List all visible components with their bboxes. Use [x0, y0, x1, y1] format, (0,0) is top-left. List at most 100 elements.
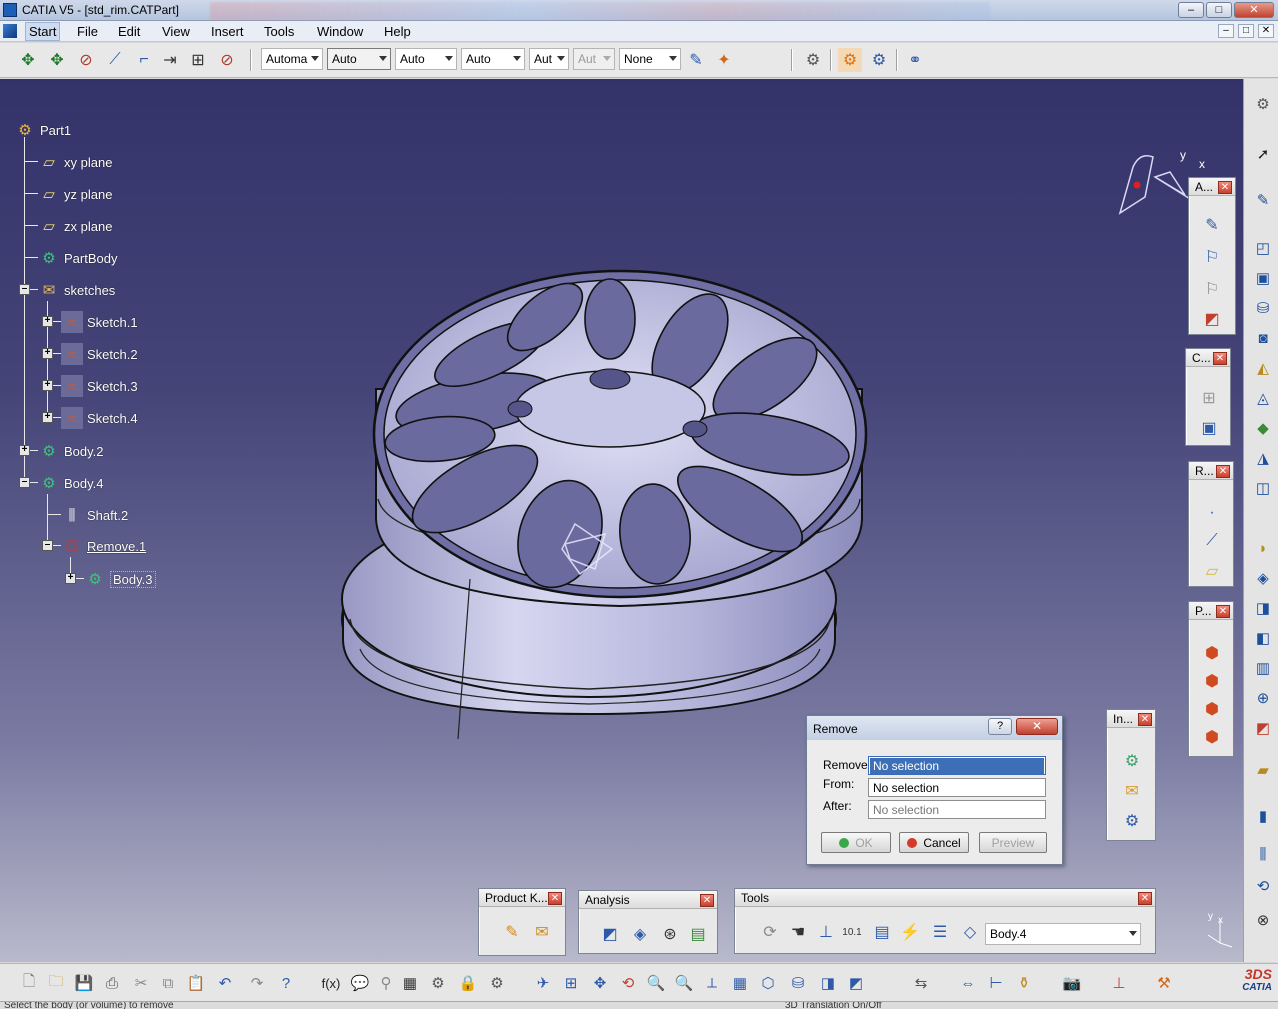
knowledge-rule-icon[interactable]: ✉: [529, 919, 555, 945]
flag-note-icon[interactable]: ⚐: [1199, 244, 1225, 270]
maximize-button[interactable]: □: [1206, 2, 1232, 18]
multi-view-icon[interactable]: ▦: [729, 972, 751, 994]
dimension-tool-icon[interactable]: ⊥: [1108, 972, 1130, 994]
menu-help[interactable]: Help: [384, 24, 411, 39]
measure-precision-icon[interactable]: 10.1: [839, 919, 865, 945]
shaft-feature-icon[interactable]: ⬢: [1199, 696, 1225, 722]
collapse-sketches[interactable]: –: [19, 284, 30, 295]
copy-icon[interactable]: ⧉: [157, 972, 179, 994]
shaft-tool-icon[interactable]: ⛁: [1252, 297, 1274, 319]
compass-tool-icon[interactable]: ⇆: [910, 972, 932, 994]
align-icon[interactable]: ⊞: [186, 48, 210, 72]
loft-tool-icon[interactable]: ◮: [1252, 447, 1274, 469]
swap-space-icon[interactable]: ◩: [845, 972, 867, 994]
geometrical-set-insert-icon[interactable]: ✉: [1119, 778, 1145, 804]
multi-instantiation-icon[interactable]: ⚙: [867, 48, 891, 72]
body-selector-combo[interactable]: Body.4: [985, 923, 1141, 945]
draft-icon[interactable]: ◨: [1252, 597, 1274, 619]
part-features-palette-close[interactable]: ✕: [1216, 605, 1230, 618]
linetype-combo[interactable]: Aut: [529, 48, 569, 70]
pick-line-icon[interactable]: ⟋: [103, 48, 127, 72]
tree-node-yz-plane[interactable]: ▱ yz plane: [38, 183, 112, 205]
annotations-palette-close[interactable]: ✕: [1218, 181, 1232, 194]
tree-node-partbody[interactable]: ⚙ PartBody: [38, 247, 117, 269]
link-icon[interactable]: ⚭: [903, 48, 927, 72]
expand-body-2[interactable]: +: [19, 445, 30, 456]
edge-fillet-icon[interactable]: ◗: [1252, 537, 1274, 559]
measure-between-icon[interactable]: ⇔: [957, 972, 979, 994]
whats-this-icon[interactable]: ?: [275, 972, 297, 994]
dimension-icon[interactable]: ⇥: [158, 48, 182, 72]
expand-sketch-4[interactable]: +: [42, 412, 53, 423]
remove-lofted-icon[interactable]: ◫: [1252, 477, 1274, 499]
document-icon[interactable]: [3, 24, 17, 38]
tree-node-sketch-1[interactable]: ⌗ Sketch.1: [61, 311, 138, 333]
pocket-icon[interactable]: ⬢: [1199, 668, 1225, 694]
pocket-tool-icon[interactable]: ▣: [1252, 267, 1274, 289]
stiffener-tool-icon[interactable]: ◆: [1252, 417, 1274, 439]
layer-combo[interactable]: None: [619, 48, 681, 70]
fit-all-icon[interactable]: ⊞: [560, 972, 582, 994]
shell-icon[interactable]: ◧: [1252, 627, 1274, 649]
update-icon[interactable]: ⟳: [757, 919, 783, 945]
menu-window[interactable]: Window: [317, 24, 363, 39]
close-window-button[interactable]: ✕: [1234, 2, 1274, 18]
contact-constraint-icon[interactable]: ▣: [1196, 415, 1222, 441]
zoom-in-icon[interactable]: 🔍: [645, 972, 667, 994]
paste-icon[interactable]: 📋: [185, 972, 207, 994]
hybrid-design-icon[interactable]: ◇: [957, 919, 983, 945]
hide-show-icon[interactable]: ◨: [817, 972, 839, 994]
thickness-analysis-icon[interactable]: ▤: [685, 921, 711, 947]
annotation-filter-icon[interactable]: ◩: [1199, 306, 1225, 332]
tree-node-zx-plane[interactable]: ▱ zx plane: [38, 215, 112, 237]
collapse-body-4[interactable]: –: [19, 477, 30, 488]
product-knowledge-palette-close[interactable]: ✕: [548, 892, 562, 905]
zoom-out-icon[interactable]: 🔍: [673, 972, 695, 994]
analysis-palette-close[interactable]: ✕: [700, 894, 714, 907]
shading-icon[interactable]: ⛁: [787, 972, 809, 994]
move-icon[interactable]: ✥: [16, 48, 40, 72]
reference-palette-close[interactable]: ✕: [1216, 465, 1230, 478]
no-show-icon[interactable]: ⊘: [74, 48, 98, 72]
settings-gear-icon[interactable]: ⚙: [1252, 93, 1274, 115]
tools-palette-title[interactable]: Tools: [735, 889, 1155, 907]
tree-node-shaft-2[interactable]: ⫼ Shaft.2: [61, 504, 129, 526]
knowledge-icon[interactable]: ⚙: [838, 48, 862, 72]
transformation-icon[interactable]: ⟲: [1252, 875, 1274, 897]
transparency-combo[interactable]: Auto: [395, 48, 457, 70]
cancel-button[interactable]: Cancel: [899, 832, 969, 853]
doc-minimize-button[interactable]: –: [1218, 24, 1234, 38]
text-annotation-icon[interactable]: ✎: [1199, 212, 1225, 238]
constraints-palette-close[interactable]: ✕: [1213, 352, 1227, 365]
insert-palette-close[interactable]: ✕: [1138, 713, 1152, 726]
thread-analysis-icon[interactable]: ⊛: [657, 921, 683, 947]
pad-tool-icon[interactable]: ◰: [1252, 237, 1274, 259]
parameter-icon[interactable]: ⚲: [375, 972, 397, 994]
body-insert-icon[interactable]: ⚙: [1119, 748, 1145, 774]
remove-face-icon[interactable]: ◩: [1252, 717, 1274, 739]
thread-icon[interactable]: ⊕: [1252, 687, 1274, 709]
iso-view-icon[interactable]: ⬡: [757, 972, 779, 994]
line-type-combo[interactable]: Automa: [261, 48, 323, 70]
doc-restore-button[interactable]: □: [1238, 24, 1254, 38]
menu-insert[interactable]: Insert: [211, 24, 244, 39]
print-icon[interactable]: ⎙: [101, 972, 123, 994]
hole-tool-icon[interactable]: ◙: [1252, 327, 1274, 349]
menu-file[interactable]: File: [77, 24, 98, 39]
redo-icon[interactable]: ↷: [246, 972, 268, 994]
catalog-browser-icon[interactable]: ⚙: [427, 972, 449, 994]
plane-tool-icon[interactable]: ▱: [1199, 558, 1225, 584]
capture-icon[interactable]: 📷: [1061, 972, 1083, 994]
fly-mode-icon[interactable]: ✈: [532, 972, 554, 994]
minimize-button[interactable]: –: [1178, 2, 1204, 18]
normal-view-icon[interactable]: ⟂: [701, 972, 723, 994]
formula-icon[interactable]: ✎: [499, 919, 525, 945]
slot-tool-icon[interactable]: ◬: [1252, 387, 1274, 409]
from-field[interactable]: No selection: [868, 778, 1046, 797]
work-on-support-icon[interactable]: ▤: [869, 919, 895, 945]
tools-palette-close[interactable]: ✕: [1138, 892, 1152, 905]
tree-node-remove-1[interactable]: ⛋ Remove.1: [61, 535, 146, 557]
help-button[interactable]: ?: [988, 718, 1012, 735]
table-icon[interactable]: ▦: [399, 972, 421, 994]
menu-tools[interactable]: Tools: [264, 24, 294, 39]
